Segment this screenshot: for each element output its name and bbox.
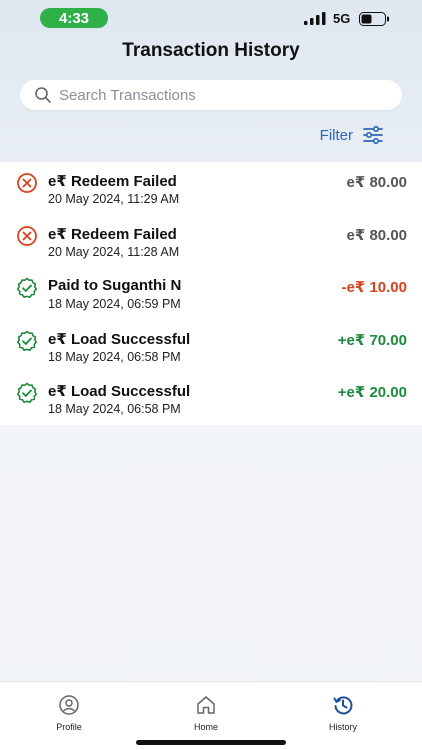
sliders-icon [362,126,384,144]
nav-label-profile: Profile [56,722,82,732]
home-icon [195,694,217,716]
transaction-row[interactable]: Paid to Suganthi N 18 May 2024, 06:59 PM… [0,267,422,320]
transaction-amount: +e₹ 70.00 [337,331,407,349]
transaction-title: e₹ Load Successful [48,330,191,348]
transaction-title: e₹ Redeem Failed [48,173,177,190]
transaction-title: Paid to Suganthi N [48,277,182,295]
status-bar: 4:33 5G [0,0,422,40]
page-title: Transaction History [122,40,300,61]
success-badge-icon [17,277,37,299]
nav-profile[interactable]: Profile [29,694,109,732]
home-indicator [136,740,286,745]
transaction-amount: -e₹ 10.00 [341,279,407,297]
nav-label-home: Home [193,722,218,732]
profile-icon [58,694,80,716]
transaction-amount: e₹ 80.00 [346,226,407,244]
success-badge-icon [17,383,37,404]
transaction-amount: +e₹ 20.00 [337,384,407,402]
transaction-row[interactable]: e₹ Redeem Failed 20 May 2024, 11:28 AM e… [0,215,422,268]
transaction-date: 20 May 2024, 11:28 AM [48,244,180,259]
transaction-title: e₹ Redeem Failed [48,225,177,243]
transaction-row[interactable]: e₹ Load Successful 18 May 2024, 06:58 PM… [0,372,422,425]
search-input[interactable] [59,86,379,104]
transaction-amount: e₹ 80.00 [346,174,407,191]
battery-icon [359,12,389,26]
transaction-row[interactable]: e₹ Load Successful 18 May 2024, 06:58 PM… [0,320,422,373]
transaction-list: e₹ Redeem Failed 20 May 2024, 11:29 AM e… [0,162,422,425]
failed-x-icon [17,173,37,193]
filter-label: Filter [319,126,353,144]
transaction-row[interactable]: e₹ Redeem Failed 20 May 2024, 11:29 AM e… [0,162,422,215]
nav-label-history: History [328,722,357,732]
filter-button[interactable]: Filter [320,126,384,144]
transaction-date: 18 May 2024, 06:58 PM [48,349,181,364]
network-type: 5G [333,11,351,26]
transaction-date: 18 May 2024, 06:59 PM [48,297,181,312]
transaction-title: e₹ Load Successful [48,383,191,401]
signal-icon [304,12,326,25]
search-bar[interactable] [20,80,402,110]
transaction-date: 18 May 2024, 06:58 PM [48,402,181,417]
transaction-date: 20 May 2024, 11:29 AM [48,192,180,206]
history-icon [332,694,354,716]
status-time: 4:33 [40,8,108,28]
nav-history[interactable]: History [303,694,383,732]
failed-x-icon [17,225,37,246]
search-icon [34,86,52,104]
success-badge-icon [17,330,37,351]
nav-home[interactable]: Home [166,694,246,732]
